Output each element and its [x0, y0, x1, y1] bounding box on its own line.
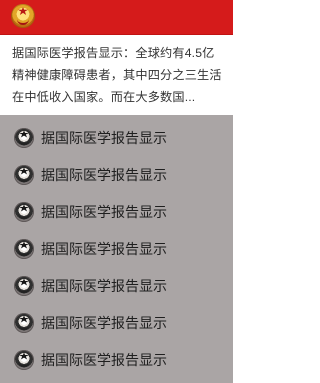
national-emblem-icon — [11, 4, 35, 28]
list-item[interactable]: 据国际医学报告显示 — [0, 267, 233, 304]
list-item[interactable]: 据国际医学报告显示 — [0, 193, 233, 230]
list-item[interactable]: 据国际医学报告显示 — [0, 304, 233, 341]
header-bar — [0, 0, 233, 35]
list-item-label: 据国际医学报告显示 — [41, 277, 167, 294]
list-item-label: 据国际医学报告显示 — [41, 129, 167, 146]
national-emblem-icon — [14, 349, 34, 370]
article-line: 据国际医学报告显示：全球约有4.5亿 — [12, 46, 215, 60]
national-emblem-icon — [14, 238, 34, 259]
list-item[interactable]: 据国际医学报告显示 — [0, 156, 233, 193]
news-list: 据国际医学报告显示 据国际医学报告显示 据国际医学报告显示 据国际医学报告显示 … — [0, 115, 233, 383]
list-item[interactable]: 据国际医学报告显示 — [0, 119, 233, 156]
list-item-label: 据国际医学报告显示 — [41, 314, 167, 331]
list-item-label: 据国际医学报告显示 — [41, 240, 167, 257]
national-emblem-icon — [14, 312, 34, 333]
national-emblem-icon — [14, 275, 34, 296]
list-item-label: 据国际医学报告显示 — [41, 351, 167, 368]
article-line: 在中低收入国家。而在大多数国... — [12, 90, 196, 104]
national-emblem-icon — [14, 164, 34, 185]
list-item[interactable]: 据国际医学报告显示 — [0, 341, 233, 378]
featured-article[interactable]: 据国际医学报告显示：全球约有4.5亿 精神健康障碍患者，其中四分之三生活 在中低… — [0, 35, 233, 115]
article-line: 精神健康障碍患者，其中四分之三生活 — [12, 68, 222, 82]
list-item[interactable]: 据国际医学报告显示 — [0, 230, 233, 267]
list-item-label: 据国际医学报告显示 — [41, 203, 167, 220]
list-item-label: 据国际医学报告显示 — [41, 166, 167, 183]
national-emblem-icon — [14, 127, 34, 148]
news-panel: 据国际医学报告显示：全球约有4.5亿 精神健康障碍患者，其中四分之三生活 在中低… — [0, 0, 233, 383]
national-emblem-icon — [14, 201, 34, 222]
